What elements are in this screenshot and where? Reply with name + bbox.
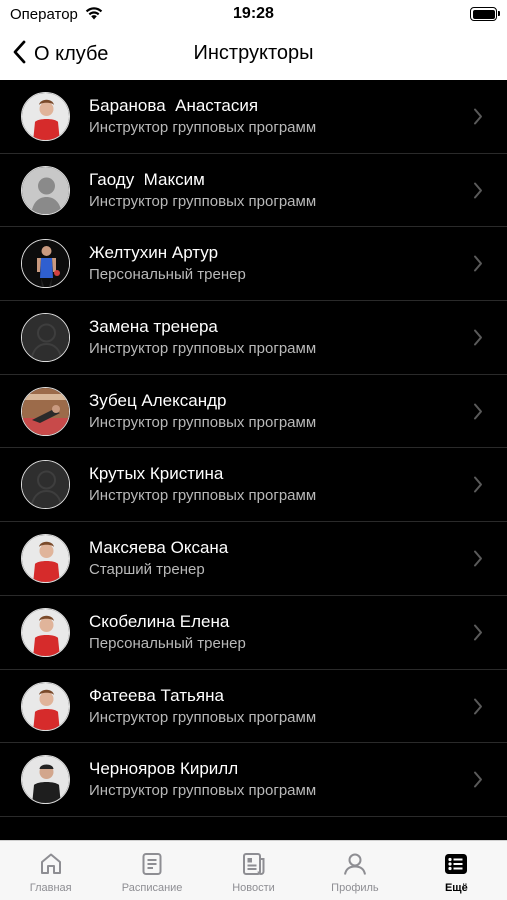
- instructor-name: Баранова Анастасия: [89, 96, 259, 115]
- instructor-row[interactable]: Крутых Кристина Инструктор групповых прог…: [0, 448, 507, 523]
- instructor-role: Инструктор групповых программ: [89, 487, 317, 505]
- tab-label: Ещё: [444, 882, 468, 894]
- avatar: [21, 313, 70, 363]
- more-icon: [443, 851, 469, 877]
- chevron-right-icon: [473, 255, 483, 277]
- instructor-row[interactable]: Гаоду Максим Инструктор групповых програм…: [0, 154, 507, 228]
- instructor-row[interactable]: Максяева Оксана Старший тренер: [0, 522, 507, 596]
- instructor-role: Персональный тренер: [89, 266, 246, 284]
- tab-news[interactable]: Новости: [203, 841, 304, 900]
- instructor-name: Крутых Кристина: [89, 464, 224, 484]
- instructor-row[interactable]: Чернояров Кирилл Инструктор групповых про…: [0, 743, 507, 817]
- instructor-text: Зубец Александр Инструктор групповых прог…: [89, 390, 316, 433]
- chevron-right-icon: [473, 550, 483, 572]
- avatar: [21, 755, 70, 805]
- chevron-right-icon: [473, 624, 483, 646]
- navigation-bar: О клубе Инструкторы: [0, 30, 507, 80]
- profile-icon: [342, 851, 368, 877]
- instructor-role: Инструктор групповых программ: [89, 708, 317, 726]
- instructor-name: Максяева Оксана: [89, 538, 229, 558]
- status-bar: Оператор 19:28: [0, 0, 507, 30]
- tab-schedule[interactable]: Расписание: [101, 841, 202, 900]
- schedule-icon: [139, 851, 165, 877]
- instructor-text: Скобелина Елена Персональный тренер: [89, 611, 246, 654]
- instructor-name: Замена тренера: [89, 317, 218, 337]
- chevron-right-icon: [473, 329, 483, 351]
- instructor-name: Зубец Александр: [89, 390, 227, 410]
- instructor-row[interactable]: Скобелина Елена Персональный тренер: [0, 596, 507, 670]
- avatar: [21, 386, 70, 436]
- tab-more[interactable]: Ещё: [406, 841, 507, 900]
- tab-bar: Главная Расписание Новости Профиль Ещё: [0, 840, 507, 900]
- instructor-text: Баранова Анастасия Инструктор групповых п…: [89, 95, 316, 138]
- chevron-right-icon: [473, 698, 483, 720]
- clock: 19:28: [233, 5, 274, 22]
- instructor-role: Инструктор групповых программ: [89, 340, 317, 358]
- home-icon: [38, 851, 64, 877]
- chevron-right-icon: [473, 476, 483, 498]
- instructor-role: Инструктор групповых программ: [89, 119, 317, 136]
- instructor-name: Гаоду Максим: [89, 169, 205, 189]
- instructor-row[interactable]: Баранова Анастасия Инструктор групповых п…: [0, 80, 507, 154]
- instructor-text: Фатеева Татьяна Инструктор групповых прог…: [89, 685, 316, 728]
- chevron-right-icon: [473, 403, 483, 425]
- tab-profile[interactable]: Профиль: [304, 841, 405, 900]
- avatar: [21, 607, 70, 657]
- instructor-row[interactable]: Зубец Александр Инструктор групповых прог…: [0, 375, 507, 449]
- instructor-list: Баранова Анастасия Инструктор групповых п…: [0, 80, 507, 840]
- instructor-text: Гаоду Максим Инструктор групповых програм…: [89, 169, 316, 212]
- avatar: [21, 239, 70, 289]
- instructor-name: Скобелина Елена: [89, 611, 230, 631]
- instructor-role: Инструктор групповых программ: [89, 782, 317, 800]
- instructor-name: Фатеева Татьяна: [89, 685, 224, 705]
- tab-label: Новости: [232, 882, 275, 894]
- chevron-right-icon: [473, 771, 483, 793]
- chevron-right-icon: [473, 108, 483, 130]
- instructor-text: Желтухин Артур Персональный тренер: [89, 242, 246, 285]
- chevron-right-icon: [473, 182, 483, 204]
- tab-home[interactable]: Главная: [0, 841, 101, 900]
- news-icon: [241, 851, 267, 877]
- instructor-role: Персональный тренер: [89, 634, 246, 652]
- avatar: [21, 165, 70, 215]
- instructor-row[interactable]: Фатеева Татьяна Инструктор групповых прог…: [0, 670, 507, 744]
- avatar: [21, 460, 70, 510]
- instructor-text: Крутых Кристина Инструктор групповых прог…: [89, 463, 316, 506]
- instructor-row[interactable]: Желтухин Артур Персональный тренер: [0, 227, 507, 302]
- avatar: [21, 681, 70, 731]
- instructor-text: Чернояров Кирилл Инструктор групповых про…: [89, 758, 316, 801]
- battery-icon: [470, 7, 500, 21]
- instructor-row[interactable]: Замена тренера Инструктор групповых прогр…: [0, 301, 507, 375]
- instructor-role: Инструктор групповых программ: [89, 192, 317, 210]
- tab-label: Профиль: [331, 882, 379, 894]
- instructor-name: Желтухин Артур: [89, 243, 219, 263]
- avatar: [21, 534, 70, 584]
- instructor-role: Инструктор групповых программ: [89, 413, 317, 431]
- page-title: Инструкторы: [193, 42, 314, 64]
- instructor-role: Старший тренер: [89, 561, 205, 579]
- tab-label: Главная: [29, 882, 72, 894]
- tab-label: Расписание: [121, 882, 183, 894]
- avatar: [21, 92, 70, 141]
- instructor-text: Замена тренера Инструктор групповых прогр…: [89, 316, 316, 359]
- instructor-text: Максяева Оксана Старший тренер: [89, 537, 228, 580]
- instructor-name: Чернояров Кирилл: [89, 759, 239, 779]
